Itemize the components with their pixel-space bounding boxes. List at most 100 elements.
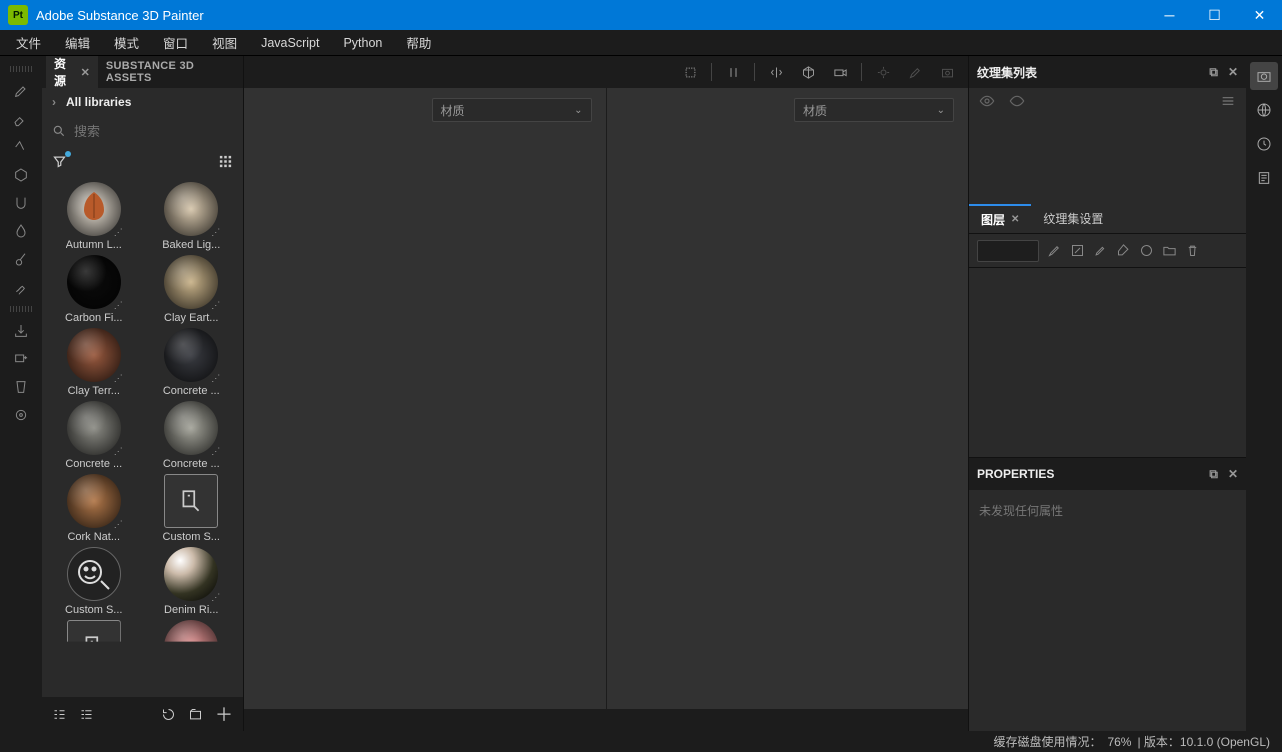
material-sphere-icon: ⋰ — [164, 255, 218, 309]
physical-paint-tool[interactable] — [5, 274, 37, 300]
refresh-button[interactable] — [161, 707, 176, 722]
toggle-selection-icon[interactable] — [675, 59, 705, 85]
menu-help[interactable]: 帮助 — [396, 30, 441, 55]
viewport-2d[interactable]: 材质⌄ — [607, 88, 969, 709]
tab-layers[interactable]: 图层✕ — [969, 204, 1031, 233]
camera-capture-icon[interactable] — [1250, 62, 1278, 90]
menu-file[interactable]: 文件 — [6, 30, 51, 55]
asset-item[interactable]: ⋰Clay Terr... — [48, 328, 140, 397]
lighting-icon[interactable] — [868, 59, 898, 85]
asset-item[interactable]: ⋰Clay Eart... — [146, 255, 238, 324]
perspective-icon[interactable] — [793, 59, 823, 85]
menu-window[interactable]: 窗口 — [153, 30, 198, 55]
layer-toolbar — [969, 234, 1246, 268]
menu-edit[interactable]: 编辑 — [55, 30, 100, 55]
close-icon[interactable]: ✕ — [1228, 65, 1238, 80]
breadcrumb[interactable]: › All libraries — [42, 88, 243, 116]
history-icon[interactable] — [1250, 130, 1278, 158]
asset-item[interactable]: Custom S... — [146, 474, 238, 543]
menu-view[interactable]: 视图 — [202, 30, 247, 55]
asset-item[interactable]: ⋰ — [146, 620, 238, 674]
camera-icon[interactable] — [825, 59, 855, 85]
new-folder-button[interactable] — [188, 707, 203, 722]
paint-tool[interactable] — [5, 78, 37, 104]
blend-mode-dropdown[interactable] — [977, 240, 1039, 262]
tab-substance-assets[interactable]: SUBSTANCE 3D ASSETS — [98, 56, 239, 88]
asset-item[interactable]: Custom S... — [48, 547, 140, 616]
list-expand-button[interactable] — [79, 707, 94, 722]
list-collapse-button[interactable] — [52, 707, 67, 722]
asset-label: Concrete ... — [163, 385, 220, 397]
screenshot-icon[interactable] — [932, 59, 962, 85]
visibility-icon[interactable] — [1009, 93, 1025, 109]
tab-assets[interactable]: 资源✕ — [46, 56, 98, 88]
asset-item[interactable]: ⋰Autumn L... — [48, 182, 140, 251]
brush-icon[interactable] — [900, 59, 930, 85]
close-button[interactable]: ✕ — [1237, 0, 1282, 30]
asset-label: Concrete ... — [65, 458, 122, 470]
bake-tool[interactable] — [5, 374, 37, 400]
menu-python[interactable]: Python — [333, 33, 392, 53]
minimize-button[interactable]: ─ — [1147, 0, 1192, 30]
add-fill-layer-icon[interactable] — [1116, 243, 1131, 258]
asset-item[interactable]: ⋰Denim Ri... — [146, 547, 238, 616]
send-to-tool[interactable] — [5, 346, 37, 372]
delete-layer-icon[interactable] — [1185, 243, 1200, 258]
menu-mode[interactable]: 模式 — [104, 30, 149, 55]
viewport-channel-dropdown[interactable]: 材质⌄ — [432, 98, 592, 122]
app-logo-icon: Pt — [8, 5, 28, 25]
properties-title: PROPERTIES — [977, 467, 1054, 481]
add-smart-material-icon[interactable] — [1139, 243, 1154, 258]
material-sphere-icon: ⋰ — [67, 255, 121, 309]
grid-view-button[interactable] — [218, 154, 233, 169]
symmetry-icon[interactable] — [761, 59, 791, 85]
tab-texture-set-settings[interactable]: 纹理集设置 — [1031, 204, 1115, 233]
add-button[interactable]: ＋ — [215, 701, 233, 727]
undock-icon[interactable]: ⧉ — [1209, 467, 1218, 482]
log-icon[interactable] — [1250, 164, 1278, 192]
asset-grid: ⋰Autumn L...⋰Baked Lig...⋰Carbon Fi...⋰C… — [42, 176, 243, 697]
projection-tool[interactable] — [5, 134, 37, 160]
add-folder-icon[interactable] — [1162, 243, 1177, 258]
cache-percent: 76% — [1107, 735, 1131, 749]
toolbar-grip-icon — [10, 66, 32, 72]
environment-icon[interactable] — [1250, 96, 1278, 124]
export-tool[interactable] — [5, 318, 37, 344]
viewport-channel-dropdown[interactable]: 材质⌄ — [794, 98, 954, 122]
asset-item[interactable]: ⋰Cork Nat... — [48, 474, 140, 543]
properties-empty-message: 未发现任何属性 — [969, 490, 1246, 531]
add-effect-icon[interactable] — [1047, 243, 1062, 258]
undock-icon[interactable]: ⧉ — [1209, 65, 1218, 80]
add-paint-layer-icon[interactable] — [1093, 243, 1108, 258]
close-icon[interactable]: ✕ — [81, 66, 90, 79]
visibility-all-icon[interactable] — [979, 93, 995, 109]
pause-icon[interactable] — [718, 59, 748, 85]
viewport-3d[interactable]: 材质⌄ — [244, 88, 607, 709]
settings-lines-icon[interactable] — [1220, 93, 1236, 109]
render-tool[interactable] — [5, 402, 37, 428]
asset-item[interactable] — [48, 620, 140, 674]
right-toolbar — [1246, 56, 1282, 731]
smudge-tool[interactable] — [5, 190, 37, 216]
material-sphere-icon: ⋰ — [164, 547, 218, 601]
close-icon[interactable]: ✕ — [1228, 467, 1238, 482]
material-picker-tool[interactable] — [5, 246, 37, 272]
asset-item[interactable]: ⋰Carbon Fi... — [48, 255, 140, 324]
menu-javascript[interactable]: JavaScript — [251, 33, 329, 53]
asset-item[interactable]: ⋰Concrete ... — [146, 328, 238, 397]
material-sphere-icon: ⋰ — [164, 182, 218, 236]
shelf-strip — [244, 709, 968, 731]
assets-panel: 资源✕ SUBSTANCE 3D ASSETS › All libraries … — [42, 56, 244, 731]
asset-item[interactable]: ⋰Concrete ... — [146, 401, 238, 470]
asset-item[interactable]: ⋰Concrete ... — [48, 401, 140, 470]
filter-button[interactable] — [52, 154, 67, 169]
polygon-fill-tool[interactable] — [5, 162, 37, 188]
search-input[interactable] — [74, 124, 250, 139]
clone-tool[interactable] — [5, 218, 37, 244]
add-mask-icon[interactable] — [1070, 243, 1085, 258]
maximize-button[interactable]: ☐ — [1192, 0, 1237, 30]
close-icon[interactable]: ✕ — [1011, 214, 1019, 225]
asset-item[interactable]: ⋰Baked Lig... — [146, 182, 238, 251]
assets-footer: ＋ — [42, 697, 243, 731]
eraser-tool[interactable] — [5, 106, 37, 132]
